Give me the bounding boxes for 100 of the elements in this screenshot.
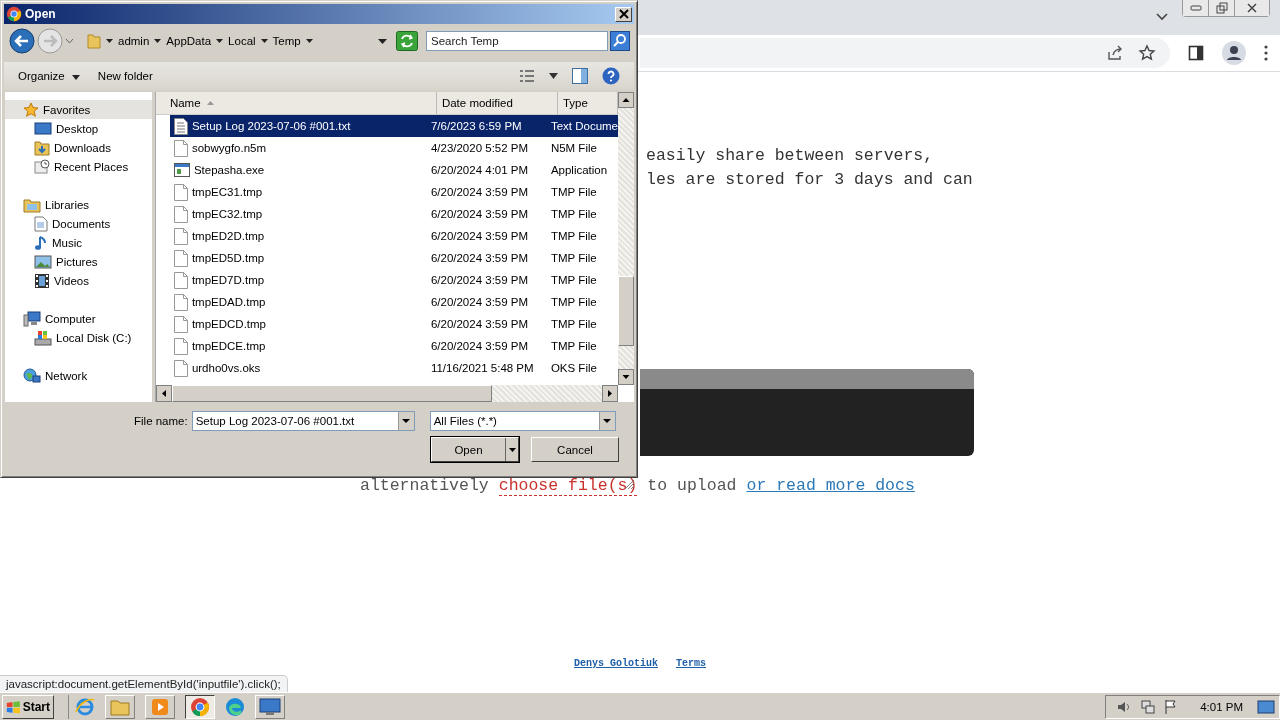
share-icon[interactable] bbox=[1106, 44, 1124, 62]
navigation-item[interactable]: Videos bbox=[5, 271, 152, 290]
new-folder-button[interactable]: New folder bbox=[91, 68, 159, 84]
file-icon bbox=[173, 271, 188, 289]
scroll-up-button[interactable] bbox=[618, 92, 634, 108]
network-icon[interactable] bbox=[1140, 698, 1157, 715]
preview-pane-icon[interactable] bbox=[572, 68, 588, 84]
scroll-down-button[interactable] bbox=[618, 369, 634, 385]
scroll-right-button[interactable] bbox=[602, 385, 618, 402]
tab-list-icon[interactable] bbox=[1156, 13, 1168, 21]
navigation-item[interactable]: Music bbox=[5, 233, 152, 252]
navigation-item[interactable]: Network bbox=[5, 366, 152, 385]
file-row[interactable]: tmpED5D.tmp 6/20/2024 3:59 PM TMP File bbox=[155, 247, 618, 269]
scrollbar-thumb[interactable] bbox=[171, 385, 492, 402]
column-header[interactable]: Date modified bbox=[436, 92, 558, 114]
star-icon[interactable] bbox=[1138, 44, 1156, 62]
date-cell-text: 6/20/2024 3:59 PM bbox=[429, 340, 530, 352]
navigation-item[interactable]: Libraries bbox=[5, 195, 152, 214]
scroll-left-button[interactable] bbox=[155, 385, 172, 402]
view-list-icon[interactable] bbox=[519, 69, 535, 83]
caret-icon[interactable] bbox=[216, 39, 224, 43]
file-type-dropdown[interactable]: All Files (*.*) bbox=[429, 411, 616, 431]
organize-menu[interactable]: Organize bbox=[12, 68, 86, 84]
drive-icon bbox=[34, 329, 52, 346]
navigation-item[interactable]: Favorites bbox=[5, 100, 152, 119]
footer-link[interactable]: Denys Golotiuk bbox=[574, 658, 658, 669]
file-row[interactable]: tmpED2D.tmp 6/20/2024 3:59 PM TMP File bbox=[155, 225, 618, 247]
search-field[interactable]: Search Temp bbox=[426, 31, 608, 51]
breadcrumb-item[interactable]: Temp bbox=[272, 35, 301, 47]
footer-link[interactable]: Terms bbox=[676, 658, 706, 669]
download-folder-icon bbox=[34, 139, 50, 156]
dropdown-caret-icon bbox=[603, 419, 612, 423]
breadcrumb-item[interactable]: AppData bbox=[166, 35, 212, 47]
flag-icon[interactable] bbox=[1164, 698, 1179, 715]
navigation-item[interactable]: Downloads bbox=[5, 138, 152, 157]
file-row[interactable]: tmpEDCE.tmp 6/20/2024 3:59 PM TMP File bbox=[155, 335, 618, 357]
scrollbar-thumb[interactable] bbox=[618, 276, 634, 346]
file-name: tmpED5D.tmp bbox=[191, 252, 265, 264]
close-button[interactable] bbox=[615, 6, 632, 22]
docs-link[interactable]: or read more docs bbox=[746, 476, 915, 496]
file-icon bbox=[173, 205, 188, 223]
restore-button[interactable] bbox=[1209, 0, 1235, 16]
resize-grip-icon[interactable] bbox=[624, 479, 635, 490]
file-row[interactable]: tmpEDCD.tmp 6/20/2024 3:59 PM TMP File bbox=[155, 313, 618, 335]
file-row[interactable]: tmpEC31.tmp 6/20/2024 3:59 PM TMP File bbox=[155, 181, 618, 203]
show-desktop-icon[interactable] bbox=[1257, 698, 1275, 715]
navigation-item[interactable]: Local Disk (C:) bbox=[5, 328, 152, 347]
file-name-field[interactable]: Setup Log 2023-07-06 #001.txt bbox=[191, 411, 415, 431]
breadcrumb-item[interactable]: admin bbox=[118, 35, 150, 47]
file-icon bbox=[173, 183, 188, 201]
caret-icon[interactable] bbox=[154, 39, 162, 43]
folder-icon bbox=[23, 196, 41, 213]
profile-icon[interactable] bbox=[1222, 41, 1246, 65]
file-row[interactable]: tmpEDAD.tmp 6/20/2024 3:59 PM TMP File bbox=[155, 291, 618, 313]
navigation-item[interactable]: Documents bbox=[5, 214, 152, 233]
file-name: tmpED2D.tmp bbox=[191, 230, 265, 242]
file-row[interactable]: urdho0vs.oks 11/16/2021 5:48 PM OKS File bbox=[155, 357, 618, 379]
type-cell-text: TMP File bbox=[549, 274, 598, 286]
date-cell-text: 6/20/2024 3:59 PM bbox=[429, 208, 530, 220]
file-row[interactable]: tmpEC32.tmp 6/20/2024 3:59 PM TMP File bbox=[155, 203, 618, 225]
file-icon bbox=[173, 227, 188, 245]
file-icon bbox=[173, 359, 188, 377]
navigation-item[interactable]: Pictures bbox=[5, 252, 152, 271]
refresh-button[interactable] bbox=[396, 31, 418, 51]
dropdown-caret-icon[interactable] bbox=[378, 38, 387, 44]
dropdown-caret-icon bbox=[402, 419, 411, 423]
music-note-icon bbox=[34, 234, 48, 251]
open-button[interactable]: Open bbox=[431, 437, 519, 462]
caret-icon[interactable] bbox=[305, 39, 313, 43]
caret-icon[interactable] bbox=[260, 39, 268, 43]
file-row[interactable]: tmpED7D.tmp 6/20/2024 3:59 PM TMP File bbox=[155, 269, 618, 291]
help-icon[interactable] bbox=[602, 67, 620, 85]
film-icon bbox=[34, 272, 50, 289]
taskbar-button[interactable] bbox=[185, 694, 215, 719]
close-button[interactable] bbox=[1235, 0, 1269, 16]
navigation-item[interactable]: Computer bbox=[5, 309, 152, 328]
file-row[interactable]: sobwygfo.n5m 4/23/2020 5:52 PM N5M File bbox=[155, 137, 618, 159]
type-cell-text: TMP File bbox=[549, 318, 598, 330]
back-button[interactable] bbox=[9, 28, 35, 54]
clock[interactable]: 4:01 PM bbox=[1200, 700, 1243, 713]
side-panel-icon[interactable] bbox=[1188, 45, 1204, 61]
start-button[interactable]: Start bbox=[2, 694, 54, 719]
file-name: Stepasha.exe bbox=[193, 164, 265, 176]
date-cell-text: 6/20/2024 3:59 PM bbox=[429, 274, 530, 286]
file-icon bbox=[173, 293, 188, 311]
navigation-item[interactable]: Desktop bbox=[5, 119, 152, 138]
date-cell-text: 7/6/2023 6:59 PM bbox=[429, 120, 523, 132]
folder-icon bbox=[110, 697, 130, 716]
file-name: tmpEDCE.tmp bbox=[191, 340, 266, 352]
cancel-button[interactable]: Cancel bbox=[531, 437, 619, 462]
history-caret-icon[interactable] bbox=[65, 38, 74, 44]
file-row[interactable]: Setup Log 2023-07-06 #001.txt 7/6/2023 6:59 PM Text Docume bbox=[169, 115, 618, 137]
breadcrumb-item[interactable]: Local bbox=[228, 35, 256, 47]
column-header[interactable]: Name bbox=[155, 92, 437, 114]
folder-icon bbox=[87, 33, 101, 49]
menu-icon[interactable] bbox=[1264, 45, 1268, 61]
file-row[interactable]: Stepasha.exe 6/20/2024 4:01 PM Application bbox=[155, 159, 618, 181]
navigation-item[interactable]: Recent Places bbox=[5, 157, 152, 176]
search-button[interactable] bbox=[610, 31, 630, 51]
caret-icon[interactable] bbox=[106, 39, 113, 43]
